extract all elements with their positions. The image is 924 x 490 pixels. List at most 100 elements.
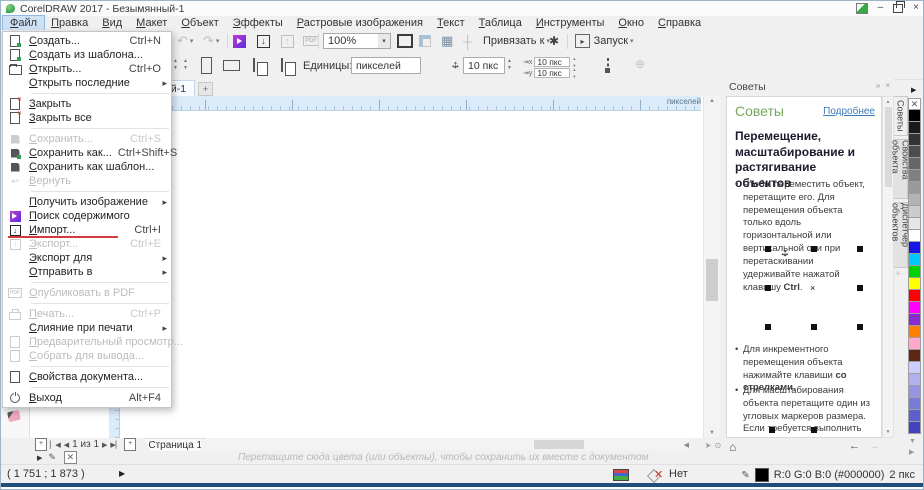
navigator-corner[interactable]: ➤ ⊙	[703, 439, 723, 451]
file-menu-item[interactable]: Отправить в	[3, 265, 171, 279]
file-menu-item[interactable]: Закрыть	[3, 97, 171, 111]
file-menu-item[interactable]	[31, 191, 169, 192]
nudge-spinner[interactable]: ▲▼	[507, 59, 512, 71]
menubar-item[interactable]: Растровые изображения	[290, 16, 430, 30]
file-menu-item[interactable]: Закрыть все	[3, 111, 171, 125]
palette-swatch[interactable]	[908, 362, 921, 374]
file-menu-item[interactable]: Получить изображение	[3, 195, 171, 209]
close-button[interactable]: ×	[913, 2, 919, 14]
file-menu-item[interactable]: Создать из шаблона...	[3, 48, 171, 62]
palette-swatch[interactable]	[908, 278, 921, 290]
menubar-item[interactable]: Таблица	[472, 16, 529, 30]
palette-swatch[interactable]	[908, 314, 921, 326]
undo-button[interactable]: ↶▾	[177, 33, 193, 49]
restore-button[interactable]	[893, 4, 903, 13]
palette-swatch[interactable]	[908, 386, 921, 398]
palette-swatch[interactable]	[908, 422, 921, 434]
file-menu-item[interactable]	[31, 282, 169, 283]
file-menu-item[interactable]: Предварительный просмотр...	[3, 335, 171, 349]
export-button[interactable]: ↑	[281, 33, 294, 49]
nudge-distance-field[interactable]: 10 пкс	[463, 57, 505, 74]
add-page-before-button[interactable]: +	[35, 438, 47, 451]
docker-tab[interactable]: Советы	[894, 96, 908, 136]
file-menu-item[interactable]	[31, 93, 169, 94]
window-app-icon[interactable]	[856, 3, 868, 14]
document-palette-flyout-icon[interactable]: ▶	[37, 454, 42, 462]
page-tab[interactable]: Страница 1	[144, 438, 206, 452]
horizontal-scrollbar[interactable]: ◀	[201, 439, 691, 450]
docker-close-icon[interactable]: ×	[885, 81, 890, 90]
docker-titlebar[interactable]: Советы	[723, 79, 894, 95]
treat-as-filled-button[interactable]	[607, 58, 609, 72]
fullscreen-preview-button[interactable]	[397, 33, 413, 49]
zoom-combo-dropdown[interactable]: ▾	[378, 33, 391, 49]
show-guidelines-button[interactable]: ┼	[463, 33, 472, 49]
palette-swatch[interactable]	[908, 254, 921, 266]
current-page-button[interactable]	[281, 58, 283, 72]
new-tab-button[interactable]: +	[198, 82, 213, 96]
tips-scroll-up-icon[interactable]: ▲	[883, 99, 893, 105]
file-menu-item[interactable]	[31, 387, 169, 388]
page-size-spinner[interactable]: ▲▼	[183, 59, 188, 71]
palette-expand-icon[interactable]: ▶	[909, 448, 914, 456]
tips-scroll-down-icon[interactable]: ▼	[883, 429, 893, 435]
publish-pdf-button[interactable]: PDF	[303, 33, 319, 49]
palette-swatch[interactable]	[908, 134, 921, 146]
scroll-down-icon[interactable]: ▼	[704, 430, 720, 436]
file-menu-item[interactable]: Экспорт для	[3, 251, 171, 265]
add-page-after-button[interactable]: +	[124, 438, 136, 451]
palette-swatch[interactable]	[908, 218, 921, 230]
snap-to-button[interactable]: Привязать к▾	[483, 33, 550, 49]
search-content-button[interactable]	[233, 33, 246, 49]
palette-swatch[interactable]	[908, 146, 921, 158]
menubar-item[interactable]: Макет	[129, 16, 174, 30]
file-menu-item[interactable]: Импорт... Ctrl+I	[3, 223, 171, 237]
file-menu-item[interactable]: Открыть... Ctrl+O	[3, 62, 171, 76]
palette-flyout-icon[interactable]: ▶	[911, 86, 916, 94]
all-pages-button[interactable]	[253, 58, 255, 72]
file-menu-item[interactable]: Печать... Ctrl+P	[3, 307, 171, 321]
palette-swatch[interactable]	[908, 194, 921, 206]
file-menu-item[interactable]: Поиск содержимого	[3, 209, 171, 223]
redo-button[interactable]: ↷▾	[203, 33, 219, 49]
palette-swatch[interactable]	[908, 410, 921, 422]
forward-icon[interactable]: →	[869, 440, 880, 452]
palette-swatch[interactable]	[908, 110, 921, 122]
horizontal-scroll-thumb[interactable]	[534, 440, 584, 449]
units-combobox[interactable]: пикселей	[351, 57, 421, 74]
last-page-button[interactable]: ▶▏	[110, 441, 121, 449]
import-button[interactable]: ↓	[257, 33, 270, 49]
file-menu-item[interactable]: Сохранить... Ctrl+S	[3, 132, 171, 146]
zoom-level-combobox[interactable]: 100%	[323, 33, 379, 49]
portrait-orientation-button[interactable]	[201, 57, 212, 74]
home-icon[interactable]: ⌂	[729, 440, 736, 454]
palette-swatch[interactable]	[908, 338, 921, 350]
palette-swatch[interactable]	[908, 206, 921, 218]
add-docker-button[interactable]: +	[895, 269, 901, 280]
palette-swatch[interactable]	[908, 374, 921, 386]
palette-swatch[interactable]	[908, 182, 921, 194]
vertical-scrollbar[interactable]: ▲ ▼	[703, 96, 720, 438]
minimize-button[interactable]: –	[878, 2, 884, 14]
palette-swatch[interactable]	[908, 350, 921, 362]
next-page-button[interactable]: ▶	[102, 441, 107, 449]
docker-pin-icon[interactable]: »	[876, 81, 880, 90]
palette-swatch[interactable]	[908, 398, 921, 410]
pan-icon[interactable]: ➤	[705, 441, 712, 450]
prev-page-button[interactable]: ◀	[64, 441, 69, 449]
file-menu-item[interactable]: Сохранить как шаблон...	[3, 160, 171, 174]
file-menu-item[interactable]	[31, 128, 169, 129]
duplicate-x-row[interactable]: ⇥x10 пкс▲▼	[523, 56, 576, 67]
palette-swatch[interactable]	[908, 98, 921, 110]
palette-swatch[interactable]	[908, 242, 921, 254]
menubar-item[interactable]: Вид	[95, 16, 129, 30]
palette-swatch[interactable]	[908, 290, 921, 302]
navigator-icon[interactable]: ⊙	[715, 441, 722, 450]
file-menu-item[interactable]: Открыть последние	[3, 76, 171, 90]
eyedropper-icon[interactable]: ✎	[48, 452, 56, 463]
file-menu-item[interactable]: Собрать для вывода...	[3, 349, 171, 363]
file-menu-item[interactable]	[31, 366, 169, 367]
scroll-up-icon[interactable]: ▲	[704, 98, 720, 104]
menubar-item[interactable]: Текст	[430, 16, 472, 30]
coords-flyout-icon[interactable]: ▶	[119, 469, 125, 478]
